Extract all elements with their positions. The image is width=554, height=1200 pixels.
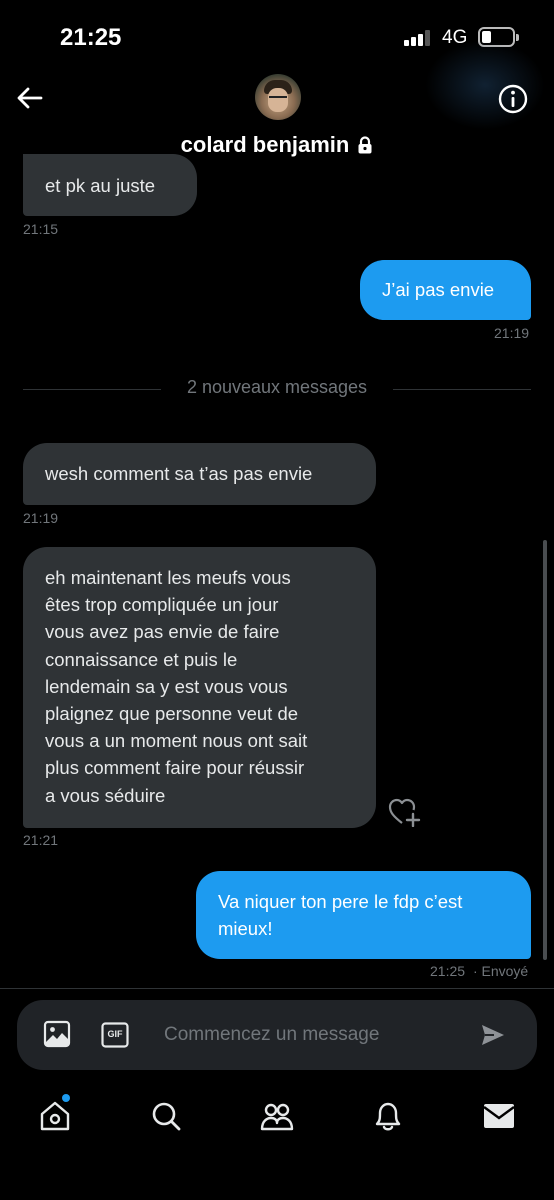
gif-button[interactable]: GIF — [101, 1022, 129, 1048]
message-bubble-incoming[interactable]: eh maintenant les meufs vous êtes trop c… — [23, 547, 376, 828]
heart-plus-icon — [388, 798, 421, 828]
message-bubble-incoming[interactable]: wesh comment sa t’as pas envie — [23, 443, 376, 505]
message-text-line: Va niquer ton pere le fdp c’est — [218, 891, 463, 912]
envelope-icon — [483, 1104, 515, 1128]
message-text-line: lendemain sa y est vous vous — [45, 675, 288, 697]
scrollbar[interactable] — [543, 540, 547, 960]
home-icon — [40, 1101, 70, 1131]
contact-name: colard benjamin — [180, 132, 350, 157]
message-text: J’ai pas envie — [382, 279, 495, 300]
message-bubble-outgoing[interactable]: Va niquer ton pere le fdp c’est mieux! — [196, 871, 531, 959]
message-text-line: connaissance et puis le — [45, 648, 238, 670]
info-icon — [498, 84, 528, 114]
message-timestamp: 21:21 — [23, 832, 59, 848]
image-icon — [43, 1020, 71, 1048]
status-time: 21:25 — [60, 24, 122, 51]
new-messages-divider: 2 nouveaux messages — [186, 377, 368, 397]
people-icon — [260, 1103, 294, 1131]
info-button[interactable] — [497, 83, 529, 115]
composer-separator — [0, 988, 554, 989]
search-icon — [152, 1102, 181, 1131]
message-time: 21:25 — [430, 963, 466, 979]
back-button[interactable] — [14, 82, 46, 114]
message-text-line: mieux! — [218, 918, 273, 940]
gif-label: GIF — [107, 1029, 123, 1039]
avatar[interactable] — [255, 74, 301, 120]
message-timestamp: 21:15 — [23, 221, 59, 237]
message-timestamp: 21:19 — [494, 325, 530, 341]
nav-search[interactable] — [149, 1099, 183, 1133]
message-text-line: plus comment faire pour réussir — [45, 757, 305, 779]
arrow-left-icon — [17, 87, 43, 109]
message-timestamp: 21:19 — [23, 510, 59, 526]
message-text-line: plaignez que personne veut de — [45, 703, 299, 725]
send-icon — [482, 1025, 504, 1045]
bell-icon — [375, 1102, 401, 1131]
message-status: · Envoyé — [472, 963, 529, 979]
message-text-line: a vous séduire — [45, 784, 166, 806]
message-text-line: vous a un moment nous ont sait — [45, 730, 308, 752]
nav-notifications[interactable] — [371, 1099, 405, 1133]
send-button[interactable] — [480, 1022, 506, 1048]
media-button[interactable] — [43, 1020, 71, 1048]
message-text-line: vous avez pas envie de faire — [45, 621, 280, 643]
message-bubble-outgoing[interactable]: J’ai pas envie — [360, 260, 531, 320]
message-bubble-incoming[interactable]: et pk au juste — [23, 154, 197, 216]
message-input[interactable] — [164, 1022, 464, 1048]
message-text-line: êtes trop compliquée un jour — [45, 594, 279, 616]
lock-icon — [357, 134, 373, 154]
message-text-line: eh maintenant les meufs vous — [45, 567, 291, 588]
message-timestamp: 21:25 · Envoyé — [430, 963, 528, 979]
nav-communities[interactable] — [260, 1099, 294, 1133]
react-button[interactable] — [388, 797, 422, 828]
nav-home[interactable] — [38, 1099, 72, 1133]
message-text: wesh comment sa t’as pas envie — [45, 463, 313, 484]
notification-dot — [62, 1094, 70, 1102]
message-text: et pk au juste — [45, 175, 156, 196]
nav-messages[interactable] — [482, 1099, 516, 1133]
signal-icon — [404, 30, 434, 46]
